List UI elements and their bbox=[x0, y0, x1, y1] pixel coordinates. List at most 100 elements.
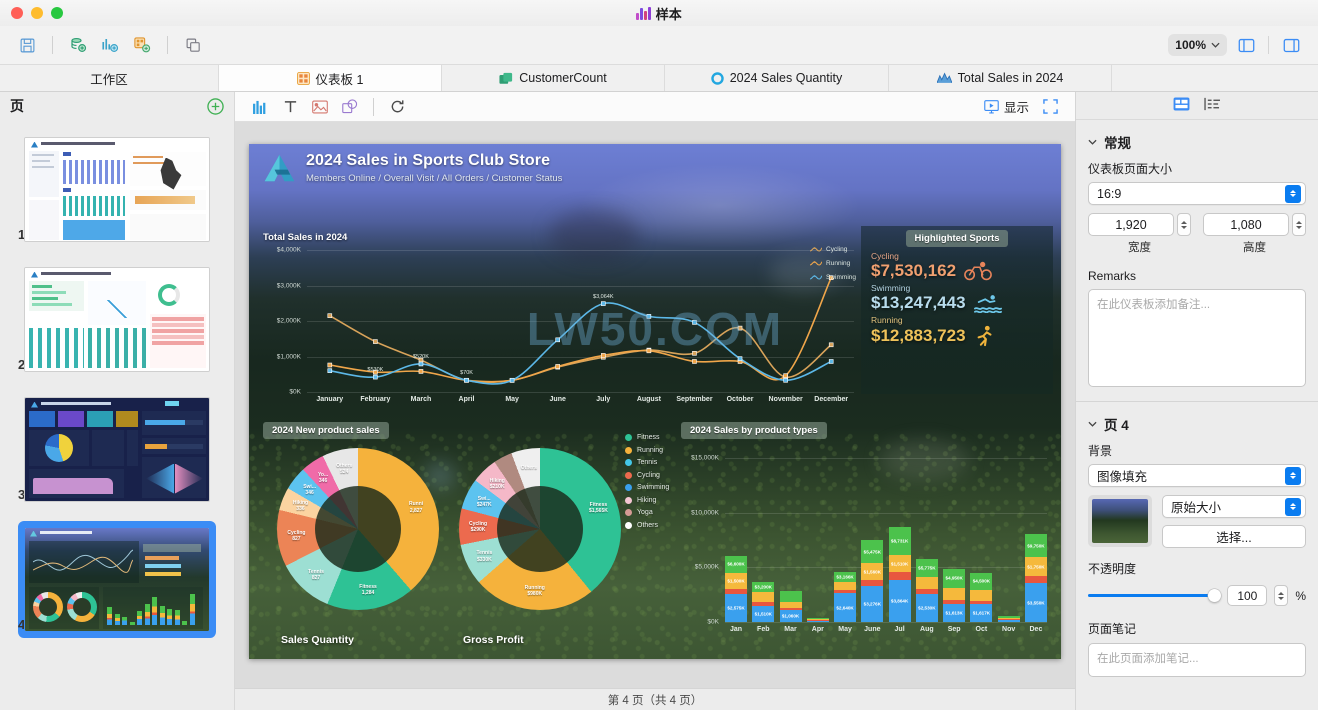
line-chart-card[interactable]: Total Sales in 2024 $0K $1,000K $2,000K $3,… bbox=[263, 232, 858, 412]
opacity-slider[interactable] bbox=[1088, 589, 1222, 603]
legend-item[interactable]: Cycling bbox=[810, 246, 856, 253]
right-pane-toggle-button[interactable] bbox=[1276, 33, 1306, 57]
tab-total-sales-in-2024[interactable]: Total Sales in 2024 bbox=[889, 65, 1112, 91]
bar-column[interactable]: $4,500K $1,617K Oct bbox=[970, 572, 993, 633]
donut-legend: Fitness Running Tennis Cycling Swimming Hikin… bbox=[625, 434, 669, 529]
donut-legend-item[interactable]: Swimming bbox=[625, 484, 669, 491]
legend-label: Yoga bbox=[637, 509, 653, 516]
tab-2024-sales-quantity[interactable]: 2024 Sales Quantity bbox=[665, 65, 889, 91]
page-thumbnail-3[interactable]: 3 bbox=[0, 384, 234, 514]
save-icon[interactable] bbox=[12, 32, 42, 58]
add-data-icon[interactable] bbox=[63, 32, 93, 58]
donut-chart-header: 2024 New product sales bbox=[263, 422, 663, 439]
present-button[interactable]: 显示 bbox=[984, 97, 1029, 116]
bar-column[interactable]: $4,950K $1,613K Sep bbox=[943, 568, 966, 633]
page-section-header[interactable]: 页 4 bbox=[1088, 402, 1306, 442]
page-thumbnail-4[interactable]: 4 bbox=[0, 514, 234, 644]
legend-label: Others bbox=[637, 521, 659, 529]
donut-slice-label: Fitness 1,284 bbox=[359, 583, 377, 597]
page-preview bbox=[24, 266, 210, 372]
width-input[interactable]: 1,920 bbox=[1088, 213, 1174, 236]
page-thumbnail-1[interactable]: 1 bbox=[0, 124, 234, 254]
bar-segment-fitness: $3,200K bbox=[752, 581, 775, 593]
legend-color-dot bbox=[625, 434, 632, 441]
height-stepper[interactable] bbox=[1292, 213, 1306, 236]
layers-icon[interactable] bbox=[1204, 97, 1221, 114]
donut-sales-quantity[interactable]: Runni 2,827 Fitness 1,284 Tennis 827 Cycling 82… bbox=[277, 448, 439, 610]
y-axis-tick: $15,000K bbox=[691, 454, 719, 462]
tab-workspace[interactable]: 工作区 bbox=[0, 65, 219, 91]
bar-value-label: $2,530K bbox=[918, 605, 936, 611]
main-body: 页 1 2 3 4 显示 2024 Sales in Sports Club S… bbox=[0, 92, 1318, 710]
bar-segment-running bbox=[943, 588, 966, 601]
legend-label: Running bbox=[637, 446, 664, 454]
background-image-preview[interactable] bbox=[1088, 495, 1152, 547]
add-chart-icon[interactable] bbox=[95, 32, 125, 58]
zoom-selector[interactable]: 100% bbox=[1168, 34, 1227, 56]
tab-dashboard-1[interactable]: 仪表板 1 bbox=[219, 65, 442, 91]
left-pane-toggle-button[interactable] bbox=[1231, 33, 1261, 57]
background-image-thumbnail bbox=[1092, 499, 1148, 543]
remarks-input[interactable]: 在此仪表板添加备注... bbox=[1088, 289, 1306, 387]
highlighted-sports-card[interactable]: Highlighted Sports Cycling $7,530,162 Sw… bbox=[861, 226, 1053, 394]
opacity-input[interactable]: 100 bbox=[1227, 585, 1268, 606]
background-type-select[interactable]: 图像填充 bbox=[1088, 464, 1306, 487]
refresh-icon[interactable] bbox=[384, 96, 410, 118]
page-notes-input[interactable]: 在此页面添加笔记... bbox=[1088, 643, 1306, 677]
image-size-select[interactable]: 原始大小 bbox=[1162, 495, 1306, 518]
bar-chart-card[interactable]: 2024 Sales by product types $0K $5,000K $1… bbox=[681, 422, 1053, 644]
opacity-stepper[interactable] bbox=[1274, 585, 1289, 606]
add-page-button[interactable] bbox=[207, 97, 224, 115]
general-section-header[interactable]: 常规 bbox=[1088, 120, 1306, 160]
page-size-select[interactable]: 16:9 bbox=[1088, 182, 1306, 205]
shape-icon[interactable] bbox=[337, 96, 363, 118]
width-stepper[interactable] bbox=[1177, 213, 1191, 236]
dashboard-properties-icon[interactable] bbox=[1173, 97, 1190, 114]
bar-column[interactable]: $3,166K $2,640K May bbox=[834, 572, 857, 633]
legend-label: Swimming bbox=[637, 484, 670, 491]
chart-icon[interactable] bbox=[247, 96, 273, 118]
x-axis-tick: Jan bbox=[729, 626, 743, 633]
bar-column[interactable]: $6,600K $1,500K $2,575K Jan bbox=[725, 555, 747, 633]
fullscreen-button[interactable] bbox=[1037, 96, 1063, 118]
bar-column[interactable]: Apr bbox=[806, 617, 829, 633]
bar-column[interactable]: $3,200K $1,510K Feb bbox=[752, 581, 775, 633]
present-label: 显示 bbox=[1003, 101, 1029, 115]
donut-legend-item[interactable]: Yoga bbox=[625, 509, 669, 516]
bar-column[interactable]: $9,750K $1,750K $3,550K Dec bbox=[1024, 534, 1047, 633]
bar-column[interactable]: $5,775K $2,530K Aug bbox=[915, 558, 938, 633]
choose-image-button[interactable]: 选择... bbox=[1162, 525, 1306, 548]
donut-legend-item[interactable]: Hiking bbox=[625, 496, 669, 504]
text-icon[interactable] bbox=[277, 96, 303, 118]
bar-column[interactable]: Nov bbox=[997, 615, 1020, 633]
donut-legend-item[interactable]: Others bbox=[625, 521, 669, 529]
line-chart-legend: Cycling Running Swimming bbox=[810, 246, 856, 281]
legend-item[interactable]: Swimming bbox=[810, 274, 856, 281]
donut-legend-item[interactable]: Fitness bbox=[625, 434, 669, 441]
donut-legend-item[interactable]: Cycling bbox=[625, 471, 669, 479]
page-thumbnail-2[interactable]: 2 bbox=[0, 254, 234, 384]
x-axis-tick: January bbox=[316, 396, 344, 403]
donut-legend-item[interactable]: Running bbox=[625, 446, 669, 454]
bar-segment-swimming: $2,530K bbox=[915, 594, 938, 622]
opacity-slider-knob[interactable] bbox=[1208, 589, 1222, 602]
tab-customercount[interactable]: CustomerCount bbox=[442, 65, 665, 91]
x-axis-tick: August bbox=[636, 396, 661, 403]
add-dashboard-icon[interactable] bbox=[127, 32, 157, 58]
donut-chart-card[interactable]: 2024 New product sales Runni 2,827 Fitness… bbox=[263, 422, 663, 646]
bar-segment-swimming: $3,276K bbox=[861, 586, 884, 622]
dashboard-canvas[interactable]: 2024 Sales in Sports Club Store Members … bbox=[249, 144, 1061, 659]
bar-segment-swimming: $1,060K bbox=[779, 610, 802, 622]
duplicate-icon[interactable] bbox=[178, 32, 208, 58]
legend-item[interactable]: Running bbox=[810, 260, 856, 267]
bar-column[interactable]: $8,731K $1,510K $3,864K Jul bbox=[888, 526, 911, 633]
data-point bbox=[509, 377, 515, 383]
height-input[interactable]: 1,080 bbox=[1203, 213, 1289, 236]
y-axis-tick: $0K bbox=[707, 618, 719, 626]
image-icon[interactable] bbox=[307, 96, 333, 118]
donut-legend-item[interactable]: Tennis bbox=[625, 459, 669, 466]
window-title: 样本 bbox=[0, 4, 1318, 23]
bar-column[interactable]: $1,060K Mar bbox=[779, 591, 802, 633]
donut-gross-profit[interactable]: Fitness $1,565K Running $980K Tennis $330K Cyc… bbox=[459, 448, 621, 610]
bar-column[interactable]: $5,475K $1,560K $3,276K June bbox=[861, 540, 884, 633]
